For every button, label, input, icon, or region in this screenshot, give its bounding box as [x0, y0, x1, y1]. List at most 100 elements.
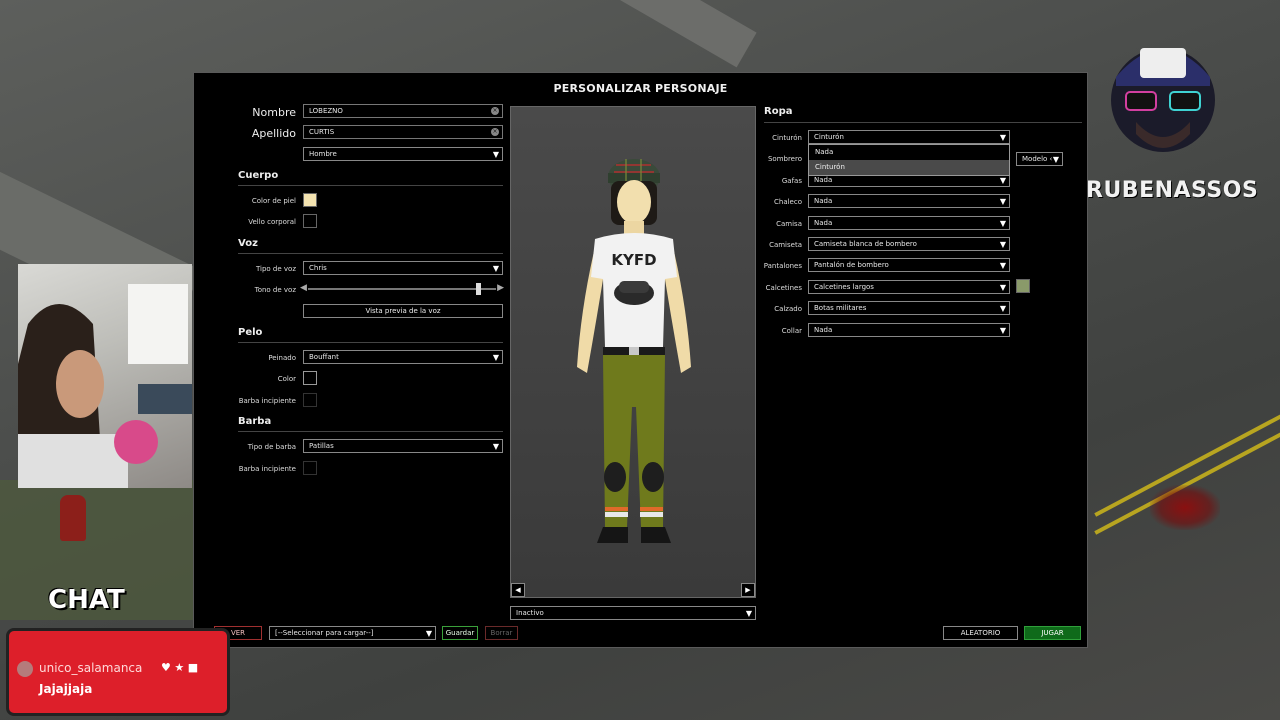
divider — [238, 185, 503, 186]
voice-preview-button[interactable]: Vista previa de la voz — [303, 304, 503, 318]
dropdown-option[interactable]: Nada — [809, 145, 1009, 160]
slider-left-icon: ◀ — [300, 283, 307, 293]
clear-icon[interactable]: × — [491, 128, 499, 136]
clothing-value: Calcetines largos — [814, 283, 874, 291]
skin-color-swatch[interactable] — [303, 193, 317, 207]
character-customization-panel: PERSONALIZAR PERSONAJE Nombre LOBEZNO × … — [193, 72, 1088, 648]
dropdown-option-selected[interactable]: Cinturón — [809, 160, 1009, 175]
delete-button[interactable]: Borrar — [485, 626, 518, 640]
chevron-down-icon: ▼ — [999, 304, 1006, 313]
apellido-value: CURTIS — [309, 128, 335, 136]
hair-color-label: Color — [277, 375, 296, 383]
beard-stubble-label: Barba incipiente — [238, 465, 296, 473]
clothing-label: Collar — [781, 327, 802, 335]
clothing-label: Camiseta — [769, 241, 802, 249]
clothing-dropdown[interactable]: Nada ▼ — [808, 194, 1010, 208]
nombre-field[interactable]: LOBEZNO × — [303, 104, 503, 118]
apellido-field[interactable]: CURTIS × — [303, 125, 503, 139]
streamer-logo — [1088, 22, 1238, 172]
clothing-value: Nada — [814, 326, 833, 334]
clothing-value: Botas militares — [814, 304, 867, 312]
body-hair-label: Vello corporal — [248, 218, 296, 226]
clothing-value: Camiseta blanca de bombero — [814, 240, 917, 248]
chevron-down-icon: ▼ — [999, 326, 1006, 335]
blood-stain — [1150, 485, 1220, 530]
clothing-value: Nada — [814, 197, 833, 205]
divider — [764, 122, 1082, 123]
clothing-dropdown[interactable]: Nada ▼ — [808, 216, 1010, 230]
clothing-label: Calzado — [774, 305, 802, 313]
skin-color-label: Color de piel — [251, 197, 296, 205]
clothing-label: Camisa — [776, 220, 802, 228]
voice-tone-slider[interactable]: ◀ ▶ — [300, 282, 504, 296]
play-button[interactable]: JUGAR — [1024, 626, 1081, 640]
animation-dropdown[interactable]: Inactivo ▼ — [510, 606, 756, 620]
fire-hydrant — [60, 495, 86, 541]
hair-color-swatch[interactable] — [303, 371, 317, 385]
section-ropa: Ropa — [764, 106, 793, 117]
webcam-feed — [18, 264, 192, 488]
panel-title: PERSONALIZAR PERSONAJE — [553, 82, 728, 95]
load-preset-value: [--Seleccionar para cargar--] — [275, 629, 374, 637]
clothing-dropdown[interactable]: Botas militares ▼ — [808, 301, 1010, 315]
svg-text:KYFD: KYFD — [611, 251, 656, 269]
stubble-checkbox[interactable] — [303, 393, 317, 407]
save-button[interactable]: Guardar — [442, 626, 478, 640]
chevron-down-icon: ▼ — [999, 133, 1006, 142]
animation-value: Inactivo — [516, 609, 544, 617]
chevron-down-icon: ▼ — [999, 176, 1006, 185]
chat-message: Jajajjaja — [39, 682, 93, 696]
clothing-label: Gafas — [781, 177, 802, 185]
voice-type-dropdown[interactable]: Chris ▼ — [303, 261, 503, 275]
clothing-label: Sombrero — [767, 155, 802, 163]
socks-color-swatch[interactable] — [1016, 279, 1030, 293]
voice-tone-label: Tono de voz — [254, 286, 296, 294]
clothing-dropdown[interactable]: Cinturón ▼ — [808, 130, 1010, 144]
gender-dropdown[interactable]: Hombre ▼ — [303, 147, 503, 161]
chevron-down-icon: ▼ — [492, 150, 499, 159]
beard-type-dropdown[interactable]: Patillas ▼ — [303, 439, 503, 453]
beard-type-value: Patillas — [309, 442, 334, 450]
chevron-down-icon: ▼ — [492, 353, 499, 362]
section-barba: Barba — [238, 416, 272, 427]
rotate-right-button[interactable]: ▶ — [741, 583, 755, 597]
beard-stubble-checkbox[interactable] — [303, 461, 317, 475]
clothing-value: Nada — [814, 219, 833, 227]
load-preset-dropdown[interactable]: [--Seleccionar para cargar--] ▼ — [269, 626, 436, 640]
clothing-dropdown[interactable]: Nada ▼ — [808, 323, 1010, 337]
chevron-down-icon: ▼ — [425, 629, 432, 638]
body-hair-checkbox[interactable] — [303, 214, 317, 228]
clothing-label: Cinturón — [772, 134, 802, 142]
nombre-value: LOBEZNO — [309, 107, 343, 115]
random-button[interactable]: ALEATORIO — [943, 626, 1018, 640]
slider-handle[interactable] — [476, 283, 482, 295]
hairstyle-label: Peinado — [268, 354, 296, 362]
clear-icon[interactable]: × — [491, 107, 499, 115]
badge-icons: ♥ ★ ■ — [161, 661, 199, 674]
chat-username: unico_salamanca — [39, 661, 143, 675]
rotate-left-button[interactable]: ◀ — [511, 583, 525, 597]
stubble-label: Barba incipiente — [238, 397, 296, 405]
avatar — [17, 661, 33, 677]
model-dropdown[interactable]: Modelo ‹ ▼ — [1016, 152, 1063, 166]
clothing-dropdown[interactable]: Pantalón de bombero ▼ — [808, 258, 1010, 272]
clothing-value: Pantalón de bombero — [814, 261, 889, 269]
voice-type-value: Chris — [309, 264, 327, 272]
divider — [238, 431, 503, 432]
chat-title: CHAT — [48, 585, 125, 615]
section-pelo: Pelo — [238, 327, 263, 338]
clothing-dropdown[interactable]: Camiseta blanca de bombero ▼ — [808, 237, 1010, 251]
character-preview[interactable]: KYFD — [510, 106, 756, 598]
chevron-down-icon: ▼ — [999, 240, 1006, 249]
clothing-dropdown[interactable]: Calcetines largos ▼ — [808, 280, 1010, 294]
apellido-label: Apellido — [251, 127, 296, 140]
nombre-label: Nombre — [252, 106, 296, 119]
hairstyle-dropdown[interactable]: Bouffant ▼ — [303, 350, 503, 364]
slider-track — [308, 288, 496, 290]
chat-box: unico_salamanca ♥ ★ ■ Jajajjaja — [6, 628, 230, 716]
chevron-down-icon: ▼ — [999, 261, 1006, 270]
belt-dropdown-list[interactable]: Nada Cinturón — [808, 144, 1010, 176]
clothing-value: Cinturón — [814, 133, 844, 141]
chevron-down-icon: ▼ — [999, 197, 1006, 206]
voice-type-label: Tipo de voz — [255, 265, 296, 273]
